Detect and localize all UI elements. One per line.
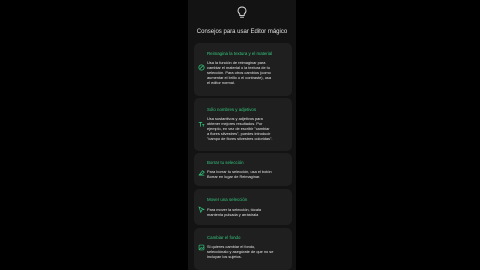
tip-body: Para mover la selección, tócala mantenla…: [207, 207, 289, 217]
tip-body: Usa sustantivos y adjetivos para obtener…: [207, 116, 289, 141]
tip-title: Mover una selección: [207, 197, 248, 202]
tip-line: mantenla pulsada y arrástrala: [207, 212, 259, 217]
background-icon: [198, 244, 205, 251]
move-icon: [198, 206, 205, 213]
tip-card-erase: Borrar tu selección Para borrar tu selec…: [194, 153, 292, 186]
tip-title: Cambiar el fondo: [207, 235, 241, 240]
tip-card-reimagine: Reimagina la textura y el material Usa l…: [194, 43, 292, 96]
tip-line: "campo de flores silvestres coloridas".: [207, 136, 273, 141]
tip-title: Sólo nombres y adjetivos: [207, 107, 257, 112]
tip-line: incluyan los sujetos.: [207, 254, 242, 259]
editor-tips-screen: Consejos para usar Editor mágico Reimagi…: [188, 0, 296, 270]
tip-title: Reimagina la textura y el material: [207, 51, 273, 56]
lightbulb-icon: [237, 6, 247, 18]
text-format-icon: [198, 122, 205, 127]
tip-body: Para borrar tu selección, usa el botón B…: [207, 169, 289, 179]
header: [188, 6, 296, 19]
tip-card-background: Cambiar el fondo Si quieres cambiar el f…: [194, 228, 292, 270]
eraser-icon: [198, 170, 205, 176]
tip-line: Borrar en lugar de Reimaginar.: [207, 174, 261, 179]
tip-line: el editor normal.: [207, 80, 235, 85]
tip-title: Borrar tu selección: [207, 160, 244, 165]
page-title: Consejos para usar Editor mágico: [196, 29, 288, 35]
tip-card-nouns-adjectives: Sólo nombres y adjetivos Usa sustantivos…: [194, 98, 292, 151]
tip-body: Si quieres cambiar el fondo, selecciónal…: [207, 244, 289, 259]
tip-body: Usa la función de reimaginar para cambia…: [207, 60, 289, 85]
reimagine-icon: [198, 64, 205, 71]
tip-card-move: Mover una selección Para mover la selecc…: [194, 189, 292, 225]
